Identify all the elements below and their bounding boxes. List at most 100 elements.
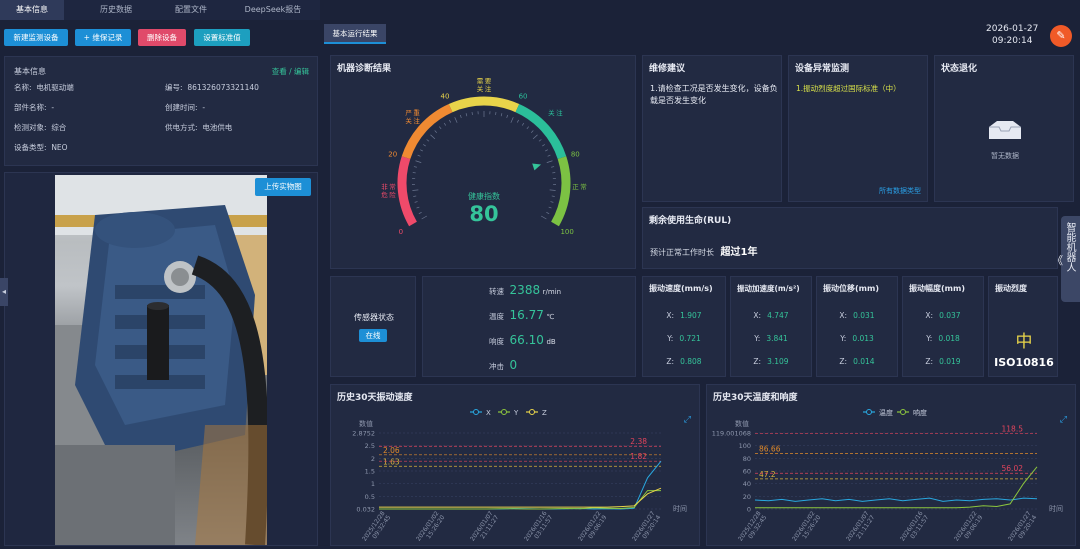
field-type-label: 设备类型: NEO bbox=[14, 142, 68, 153]
gauge-tick bbox=[507, 115, 508, 118]
y-tick-label: 0.032 bbox=[356, 506, 375, 514]
gauge-tick bbox=[449, 120, 450, 123]
edit-link[interactable]: 查看 / 编辑 bbox=[272, 66, 309, 77]
vibration-accel-y: Y:3.841 bbox=[731, 334, 811, 343]
x-tick-label: 2026/01/0721:11:27 bbox=[469, 510, 500, 547]
set-standard-button[interactable]: 设置标准值 bbox=[194, 29, 250, 46]
vibration-amplitude-z: Z:0.019 bbox=[903, 357, 983, 366]
threshold-label: 118.5 bbox=[1002, 424, 1024, 433]
rul-label: 预计正常工作时长 bbox=[650, 248, 714, 257]
threshold-label: 86.66 bbox=[759, 445, 781, 454]
svg-text:Z: Z bbox=[542, 409, 547, 417]
svg-text:X: X bbox=[486, 409, 491, 417]
gauge-tick bbox=[548, 155, 551, 156]
legend-item[interactable]: Z bbox=[526, 409, 547, 417]
svg-text:要: 要 bbox=[485, 77, 492, 85]
y-tick-label: 60 bbox=[743, 468, 751, 476]
x-tick-label: 2026/01/0721:11:27 bbox=[845, 510, 876, 547]
gauge-zone-label: 需要关注 bbox=[477, 77, 492, 93]
gauge-tick bbox=[435, 131, 437, 133]
svg-text:关: 关 bbox=[548, 108, 555, 117]
gauge-zone-label: 严重关注 bbox=[405, 109, 420, 125]
vibration-accel-panel: 振动加速度(m/s²) X:4.747 Y:3.841 Z:3.109 bbox=[730, 276, 812, 377]
temp-loudness-history-chart: 温度响度数值119.001068100806040200118.586.6647… bbox=[707, 399, 1077, 549]
gauge-tick bbox=[460, 115, 461, 118]
gauge-tick-label: 20 bbox=[388, 150, 397, 158]
vibration-accel-z: Z:3.109 bbox=[731, 357, 811, 366]
loudness-reading: 响度 66.10 dB bbox=[489, 333, 556, 347]
gauge-tick bbox=[496, 112, 497, 115]
rul-panel: 剩余使用生命(RUL) 预计正常工作时长 超过1年 bbox=[642, 207, 1058, 269]
gauge-tick bbox=[522, 123, 524, 125]
svg-text:重: 重 bbox=[413, 109, 420, 117]
threshold-label: 47.2 bbox=[759, 470, 776, 479]
x-tick-label: 2026/01/2209:06:19 bbox=[577, 510, 608, 547]
diagnosis-panel: 机器诊断结果 020406080100非常危险严重关注需要关注关注正常 健康指数… bbox=[330, 55, 636, 269]
gauge-zone-label: 正常 bbox=[572, 182, 587, 191]
gauge-tick bbox=[466, 113, 467, 116]
gauge-tick-label: 40 bbox=[440, 92, 449, 100]
field-object-label: 检测对象: 综合 bbox=[14, 122, 66, 133]
chevron-left-icon: ◂ bbox=[2, 287, 6, 296]
smart-robot-tab[interactable]: 智能机器人 bbox=[1061, 216, 1080, 302]
x-tick-label: 2026/01/0215:26:20 bbox=[791, 510, 822, 547]
svg-text:Y: Y bbox=[513, 409, 519, 417]
vibration-amplitude-panel: 振动幅度(mm) X:0.037 Y:0.018 Z:0.019 bbox=[902, 276, 984, 377]
health-gauge: 020406080100非常危险严重关注需要关注关注正常 bbox=[331, 68, 637, 268]
gauge-tick-label: 100 bbox=[560, 228, 573, 236]
tab-basic-info[interactable]: 基本信息 bbox=[0, 0, 64, 20]
x-tick-label: 2025/12/2809:32:45 bbox=[361, 510, 392, 547]
upload-photo-button[interactable]: 上传实物图 bbox=[255, 178, 311, 196]
vibration-accel-title: 振动加速度(m/s²) bbox=[737, 283, 800, 294]
tab-config[interactable]: 配置文件 bbox=[158, 0, 224, 20]
x-tick-label: 2026/01/2209:06:19 bbox=[953, 510, 984, 547]
sensor-status-label: 传感器状态 bbox=[331, 312, 417, 323]
results-tab[interactable]: 基本运行结果 bbox=[324, 24, 386, 44]
svg-text:非: 非 bbox=[381, 182, 388, 191]
svg-text:注: 注 bbox=[556, 108, 563, 117]
delete-device-button[interactable]: 删除设备 bbox=[138, 29, 186, 46]
all-data-types-link[interactable]: 所有数据类型 bbox=[879, 186, 921, 196]
degradation-panel: 状态退化 暂无数据 bbox=[934, 55, 1074, 202]
y-tick-label: 0 bbox=[747, 506, 751, 514]
legend-item[interactable]: 温度 bbox=[863, 408, 893, 417]
x-axis-title: 时间 bbox=[1049, 504, 1063, 513]
maintenance-button[interactable]: + 维保记录 bbox=[75, 29, 131, 46]
field-created-label: 创建时间: - bbox=[165, 102, 205, 113]
gauge-needle bbox=[532, 164, 541, 171]
svg-text:关: 关 bbox=[405, 116, 412, 125]
threshold-label: 1.82 bbox=[630, 452, 647, 461]
vibration-velocity-z: Z:0.808 bbox=[643, 357, 725, 366]
vibration-velocity-panel: 振动速度(mm/s) X:1.907 Y:0.721 Z:0.808 bbox=[642, 276, 726, 377]
gauge-tick-label: 0 bbox=[399, 228, 403, 236]
vibration-displacement-z: Z:0.014 bbox=[817, 357, 897, 366]
svg-text:常: 常 bbox=[580, 182, 587, 191]
threshold-label: 2.38 bbox=[630, 437, 647, 446]
left-collapse-handle[interactable]: ◂ bbox=[0, 278, 8, 306]
legend-item[interactable]: Y bbox=[498, 409, 519, 417]
y-tick-label: 2.8752 bbox=[352, 430, 375, 438]
svg-text:注: 注 bbox=[413, 116, 420, 125]
tab-deepseek[interactable]: DeepSeek报告 bbox=[236, 0, 310, 20]
x-axis-title: 时间 bbox=[673, 504, 687, 513]
gauge-tick bbox=[551, 167, 554, 168]
readings-panel: 转速 2388 r/min 温度 16.77 ℃ 响度 66.10 dB 冲击 … bbox=[422, 276, 636, 377]
date-display: 2026-01-27 bbox=[986, 24, 1038, 34]
gauge-zone-label: 关注 bbox=[548, 108, 563, 117]
vibration-displacement-y: Y:0.013 bbox=[817, 334, 897, 343]
vibration-amplitude-x: X:0.037 bbox=[903, 311, 983, 320]
legend-item[interactable]: 响度 bbox=[897, 408, 927, 417]
series-line bbox=[379, 488, 661, 507]
severity-standard: ISO10816 bbox=[989, 356, 1059, 369]
svg-text:需: 需 bbox=[477, 77, 484, 85]
alert-icon[interactable]: ✎ bbox=[1050, 25, 1072, 47]
gauge-tick bbox=[501, 113, 502, 116]
field-part-label: 部件名称: - bbox=[14, 102, 54, 113]
gauge-tick bbox=[427, 139, 429, 141]
double-chevron-left-icon[interactable]: 《 bbox=[1052, 252, 1063, 268]
legend-item[interactable]: X bbox=[470, 409, 491, 417]
gauge-tick bbox=[517, 120, 518, 123]
new-device-button[interactable]: 新建监测设备 bbox=[4, 29, 68, 46]
series-line bbox=[379, 461, 661, 509]
tab-history[interactable]: 历史数据 bbox=[84, 0, 148, 20]
